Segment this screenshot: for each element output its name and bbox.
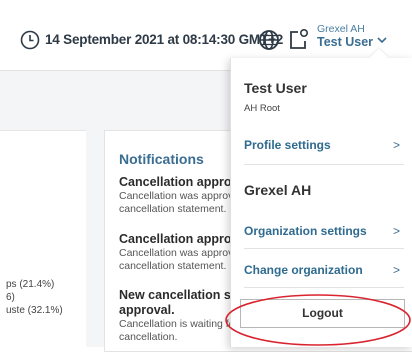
legend-item: 6) xyxy=(6,292,15,303)
user-org-label: Grexel AH xyxy=(317,23,365,35)
notification-item[interactable]: Cancellation approve Cancellation was ap… xyxy=(119,232,239,272)
user-dropdown-menu: Test User AH Root Profile settings > Gre… xyxy=(230,58,412,347)
notification-title: Cancellation approve xyxy=(119,175,239,189)
user-menu-toggle[interactable]: Grexel AH Test User xyxy=(317,23,373,50)
notifications-title: Notifications xyxy=(119,151,204,167)
user-name-label: Test User xyxy=(317,35,374,49)
divider xyxy=(244,287,404,288)
notification-text: Cancellation was approve xyxy=(119,190,239,202)
notification-title: approval. xyxy=(119,303,175,317)
chart-legend-panel: ps (21.4%) 6) uste (32.1%) xyxy=(0,130,86,351)
clock-icon xyxy=(20,30,40,50)
profile-settings-link[interactable]: Profile settings > xyxy=(244,138,402,152)
change-organization-label: Change organization xyxy=(244,263,363,277)
organization-settings-label: Organization settings xyxy=(244,224,367,238)
globe-icon[interactable] xyxy=(258,29,280,51)
change-organization-link[interactable]: Change organization > xyxy=(244,263,402,277)
switch-organization-icon[interactable] xyxy=(289,28,309,50)
chevron-right-icon: > xyxy=(392,224,400,238)
notification-text: cancellation statement. xyxy=(119,259,227,272)
chevron-right-icon: > xyxy=(392,138,400,152)
chevron-down-icon[interactable] xyxy=(376,35,388,45)
dropdown-user-role: AH Root xyxy=(244,103,280,114)
notification-title: Cancellation approve xyxy=(119,232,239,246)
organization-settings-link[interactable]: Organization settings > xyxy=(244,224,402,238)
notification-item[interactable]: New cancellation ser approval. Cancellat… xyxy=(119,288,239,343)
notification-text: Cancellation was approve xyxy=(119,247,239,259)
profile-settings-label: Profile settings xyxy=(244,138,331,152)
notification-text: cancellation. xyxy=(119,330,178,343)
notification-text: Cancellation is waiting for xyxy=(119,318,239,330)
dropdown-org-name: Grexel AH xyxy=(244,182,312,198)
logout-button[interactable]: Logout xyxy=(240,299,405,328)
notification-text: cancellation statement. xyxy=(119,202,227,215)
notification-title: New cancellation ser xyxy=(119,288,239,302)
dropdown-user-name: Test User xyxy=(244,80,307,96)
divider xyxy=(244,164,404,165)
chevron-right-icon: > xyxy=(392,263,400,277)
divider xyxy=(244,248,404,249)
legend-item: uste (32.1%) xyxy=(6,305,63,316)
current-datetime: 14 September 2021 at 08:14:30 GMT+2 xyxy=(45,32,284,47)
notification-item[interactable]: Cancellation approve Cancellation was ap… xyxy=(119,175,239,215)
legend-item: ps (21.4%) xyxy=(6,279,55,290)
